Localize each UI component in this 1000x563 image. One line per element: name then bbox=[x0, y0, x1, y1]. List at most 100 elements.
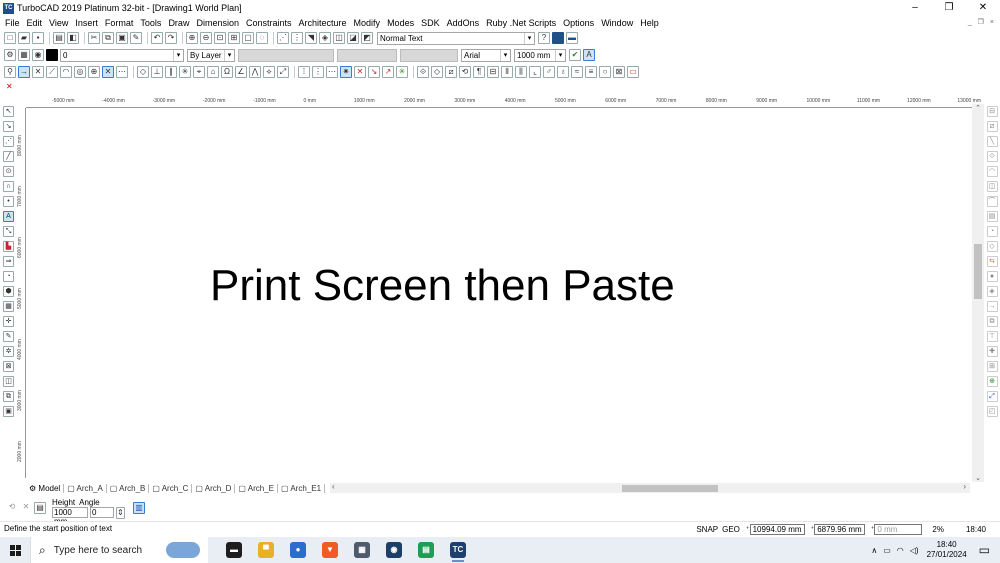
insert-tool-icon[interactable]: ⇒ bbox=[3, 256, 14, 267]
menu-dimension[interactable]: Dimension bbox=[196, 18, 239, 28]
snap-wave-icon[interactable]: ≈ bbox=[571, 66, 583, 78]
y-coordinate[interactable]: 6879.96 mm bbox=[814, 523, 865, 535]
tab-arch-b[interactable]: ▢ Arch_B bbox=[107, 483, 150, 493]
zoom-page-icon[interactable]: ▢ bbox=[242, 32, 254, 44]
text-height-select[interactable]: 1000 mm ▾ bbox=[514, 48, 566, 62]
snap-arrow2-icon[interactable]: ↗ bbox=[382, 66, 394, 78]
menu-modes[interactable]: Modes bbox=[387, 18, 414, 28]
right-tool-1-icon[interactable]: ⊟ bbox=[986, 106, 998, 117]
right-tool-21-icon[interactable]: ◰ bbox=[986, 406, 998, 417]
pencil-tool-icon[interactable]: ✎ bbox=[3, 331, 14, 342]
snap-frame-icon[interactable]: ⊠ bbox=[613, 66, 625, 78]
snap-circle-icon[interactable]: ○ bbox=[599, 66, 611, 78]
properties-icon[interactable]: ◈ bbox=[319, 32, 331, 44]
zoom-previous-icon[interactable]: ◌ bbox=[256, 32, 268, 44]
keyboard-icon[interactable]: ▤ bbox=[34, 502, 46, 514]
volume-icon[interactable]: ◁) bbox=[910, 546, 919, 555]
snap-hatch-icon[interactable]: ⟡ bbox=[263, 66, 275, 78]
eye-icon[interactable]: ◉ bbox=[32, 49, 44, 61]
menu-options[interactable]: Options bbox=[563, 18, 594, 28]
snap-extend-icon[interactable]: ⤢ bbox=[277, 66, 289, 78]
notification-icon[interactable]: ▭ bbox=[979, 543, 990, 557]
minimize-icon[interactable]: – bbox=[898, 0, 932, 16]
line-tool-icon[interactable]: ╱ bbox=[3, 151, 14, 162]
calculator-app-icon[interactable]: ▦ bbox=[346, 537, 378, 563]
snap-rotate-icon[interactable]: ⟲ bbox=[459, 66, 471, 78]
tab-arch-e[interactable]: ▢ Arch_E bbox=[235, 483, 278, 493]
horizontal-scroll-thumb[interactable] bbox=[622, 485, 718, 492]
format-painter-icon[interactable]: ✎ bbox=[130, 32, 142, 44]
menu-tools[interactable]: Tools bbox=[140, 18, 161, 28]
curve-tool-icon[interactable]: ∩ bbox=[3, 181, 14, 192]
brave-app-icon[interactable]: ▼ bbox=[314, 537, 346, 563]
right-tool-8-icon[interactable]: ▤ bbox=[986, 211, 998, 222]
save-icon[interactable]: ▪ bbox=[32, 32, 44, 44]
copy-icon[interactable]: ⧉ bbox=[102, 32, 114, 44]
menu-file[interactable]: File bbox=[5, 18, 20, 28]
menu-help[interactable]: Help bbox=[640, 18, 659, 28]
right-tool-3-icon[interactable]: ╲ bbox=[986, 136, 998, 147]
undo-icon[interactable]: ↶ bbox=[151, 32, 163, 44]
z-coordinate[interactable]: 0 mm bbox=[874, 523, 923, 535]
snap-node-icon[interactable]: ✳ bbox=[179, 66, 191, 78]
grid-icon[interactable]: ⋮ bbox=[291, 32, 303, 44]
point-tool-icon[interactable]: ⋰ bbox=[3, 136, 14, 147]
snap-track-icon[interactable]: ⟐ bbox=[417, 66, 429, 78]
right-tool-17-icon[interactable]: ✚ bbox=[986, 346, 998, 357]
vertical-scrollbar[interactable]: ⌃ ⌄ bbox=[972, 104, 984, 482]
snap-grid-ext-icon[interactable]: ⋯ bbox=[326, 66, 338, 78]
snap-angle-icon[interactable]: ∠ bbox=[235, 66, 247, 78]
snap-dim-icon[interactable]: ⊟ bbox=[487, 66, 499, 78]
tab-arch-e1[interactable]: ▢ Arch_E1 bbox=[278, 483, 326, 493]
snap-magnetic-point-icon[interactable]: ✷ bbox=[340, 66, 352, 78]
terminal-app-icon[interactable]: ▬ bbox=[218, 537, 250, 563]
snap-x-icon[interactable]: ✕ bbox=[354, 66, 366, 78]
mdi-controls[interactable]: _ ❐ × bbox=[968, 18, 996, 26]
snap-keyboard-icon[interactable]: ▭ bbox=[627, 66, 639, 78]
layer-select[interactable]: 0 ▾ bbox=[60, 48, 184, 62]
taskbar-search[interactable]: ⌕ Type here to search bbox=[30, 537, 208, 563]
circle-tool-icon[interactable]: ⊙ bbox=[3, 166, 14, 177]
geo-indicator[interactable]: GEO bbox=[722, 525, 740, 534]
snap-node3-icon[interactable]: ♁ bbox=[557, 66, 569, 78]
font-select[interactable]: Arial ▾ bbox=[461, 48, 511, 62]
snap-settings-icon[interactable]: ⚲ bbox=[4, 66, 16, 78]
snap-middle-icon[interactable]: ⟋ bbox=[46, 66, 58, 78]
chevron-up-icon[interactable]: ∧ bbox=[871, 546, 877, 555]
right-tool-7-icon[interactable]: ⌒ bbox=[986, 196, 998, 207]
tab-arch-c[interactable]: ▢ Arch_C bbox=[149, 483, 193, 493]
snap-diamond-icon[interactable]: ◇ bbox=[431, 66, 443, 78]
snap-text-icon[interactable]: ¶ bbox=[473, 66, 485, 78]
modify-tool-icon[interactable]: ◔ bbox=[3, 271, 14, 282]
scroll-left-icon[interactable]: ‹ bbox=[332, 482, 335, 491]
snap-align-icon[interactable]: ⌂ bbox=[207, 66, 219, 78]
text-tool-left-icon[interactable]: A bbox=[3, 211, 14, 222]
menu-draw[interactable]: Draw bbox=[168, 18, 189, 28]
snap-cross-icon[interactable]: ✕ bbox=[102, 66, 114, 78]
3d-object-icon[interactable]: ⬢ bbox=[3, 286, 14, 297]
print-icon[interactable]: ▤ bbox=[53, 32, 65, 44]
print-preview-icon[interactable]: ◧ bbox=[67, 32, 79, 44]
text-style-select[interactable]: Normal Text ▾ bbox=[377, 31, 535, 45]
paste-icon[interactable]: ▣ bbox=[116, 32, 128, 44]
height-input[interactable]: 1000 mm bbox=[52, 506, 88, 526]
cut-icon[interactable]: ✂ bbox=[88, 32, 100, 44]
frame-tool-icon[interactable]: ⊠ bbox=[3, 361, 14, 372]
scale-tool-icon[interactable]: ◫ bbox=[3, 376, 14, 387]
x-coordinate[interactable]: 10994.09 mm bbox=[749, 523, 805, 535]
angle-stepper-icon[interactable]: ⇕ bbox=[116, 506, 125, 519]
restore-icon[interactable]: ❐ bbox=[932, 0, 966, 16]
battery-icon[interactable]: ▭ bbox=[883, 546, 891, 555]
blue-square-icon[interactable] bbox=[552, 32, 564, 44]
zoom-in-icon[interactable]: ⊕ bbox=[186, 32, 198, 44]
dimension-tool-icon[interactable]: ⤡ bbox=[3, 226, 14, 237]
right-tool-10-icon[interactable]: ◇ bbox=[986, 241, 998, 252]
menu-view[interactable]: View bbox=[49, 18, 68, 28]
menu-window[interactable]: Window bbox=[601, 18, 633, 28]
right-tool-18-icon[interactable]: ⊞ bbox=[986, 361, 998, 372]
snap-corner-icon[interactable]: ⌞ bbox=[529, 66, 541, 78]
angle-input[interactable]: 0 bbox=[90, 506, 114, 518]
open-folder-icon[interactable]: ▰ bbox=[18, 32, 30, 44]
close-icon[interactable]: ✕ bbox=[966, 0, 1000, 16]
cancel-icon[interactable]: ✕ bbox=[20, 502, 32, 514]
